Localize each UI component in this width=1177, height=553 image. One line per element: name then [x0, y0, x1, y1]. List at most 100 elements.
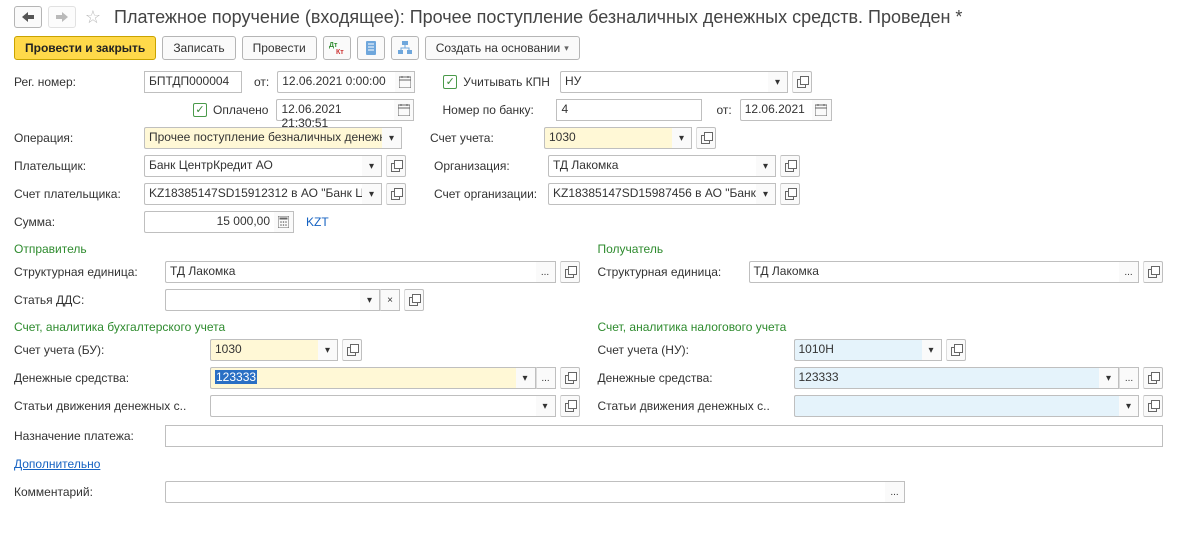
cash-nu-open[interactable] [1143, 367, 1163, 389]
structure-button[interactable] [391, 36, 419, 60]
reg-number-label: Рег. номер: [14, 75, 138, 89]
account-open[interactable] [696, 127, 716, 149]
from-label-2: от: [716, 103, 731, 117]
structure-icon [398, 41, 412, 55]
cash-bu-field[interactable]: 123333 [215, 370, 257, 384]
recipient-unit-open[interactable] [1143, 261, 1163, 283]
account-bu-open[interactable] [342, 339, 362, 361]
cash-nu-select[interactable]: ... [1119, 367, 1139, 389]
kpn-type-field[interactable]: НУ [560, 71, 768, 93]
comment-field[interactable] [165, 481, 885, 503]
star-icon[interactable]: ☆ [82, 7, 104, 28]
open-icon [951, 345, 961, 355]
payer-account-dropdown[interactable]: ▾ [362, 183, 382, 205]
dtkt-button[interactable]: ДтКт [323, 36, 351, 60]
post-button[interactable]: Провести [242, 36, 317, 60]
cash-bu-select[interactable]: ... [536, 367, 556, 389]
cashflow-nu-dropdown[interactable]: ▾ [1119, 395, 1139, 417]
kpn-open[interactable] [792, 71, 812, 93]
recipient-unit-field[interactable]: ТД Лакомка [749, 261, 1120, 283]
paid-date-field[interactable]: 12.06.2021 21:30:51 [276, 99, 394, 121]
create-based-button[interactable]: Создать на основании ▾ [425, 36, 580, 60]
open-icon [1148, 373, 1158, 383]
save-button[interactable]: Записать [162, 36, 235, 60]
calendar-icon [398, 104, 410, 116]
sender-unit-field[interactable]: ТД Лакомка [165, 261, 536, 283]
create-based-label: Создать на основании [436, 41, 561, 55]
cashflow-bu-field[interactable] [210, 395, 536, 417]
operation-field[interactable]: Прочее поступление безналичных денежны [144, 127, 382, 149]
cashflow-nu-open[interactable] [1143, 395, 1163, 417]
org-account-dropdown[interactable]: ▾ [756, 183, 776, 205]
open-icon [1148, 401, 1158, 411]
calendar-button-3[interactable] [812, 99, 832, 121]
kpn-checkbox[interactable]: ✓ [443, 75, 457, 89]
calendar-button-2[interactable] [394, 99, 414, 121]
cash-bu-label: Денежные средства: [14, 371, 204, 385]
comment-select[interactable]: ... [885, 481, 905, 503]
svg-text:Кт: Кт [336, 49, 344, 55]
additional-link[interactable]: Дополнительно [14, 457, 100, 471]
recipient-unit-select[interactable]: ... [1119, 261, 1139, 283]
cash-bu-open[interactable] [560, 367, 580, 389]
dds-field[interactable] [165, 289, 360, 311]
nu-section-title: Счет, аналитика налогового учета [598, 314, 1164, 336]
operation-dropdown[interactable]: ▾ [382, 127, 402, 149]
org-field[interactable]: ТД Лакомка [548, 155, 756, 177]
account-dropdown[interactable]: ▾ [672, 127, 692, 149]
payer-field[interactable]: Банк ЦентрКредит АО [144, 155, 362, 177]
account-nu-field[interactable]: 1010Н [794, 339, 922, 361]
reg-number-field[interactable]: БПТДП000004 [144, 71, 242, 93]
amount-field[interactable]: 15 000,00 [144, 211, 274, 233]
account-bu-dropdown[interactable]: ▾ [318, 339, 338, 361]
operation-label: Операция: [14, 131, 138, 145]
payer-open[interactable] [386, 155, 406, 177]
org-account-field[interactable]: KZ18385147SD15987456 в АО "Банк Ц [548, 183, 756, 205]
cash-nu-field[interactable]: 123333 [794, 367, 1100, 389]
cashflow-nu-label: Статьи движения денежных с.. [598, 399, 788, 413]
sender-unit-select[interactable]: ... [536, 261, 556, 283]
date-field[interactable]: 12.06.2021 0:00:00 [277, 71, 395, 93]
payer-account-open[interactable] [386, 183, 406, 205]
cashflow-bu-open[interactable] [560, 395, 580, 417]
calc-button[interactable] [274, 211, 294, 233]
org-account-open[interactable] [780, 183, 800, 205]
account-bu-field[interactable]: 1030 [210, 339, 318, 361]
back-button[interactable] [14, 6, 42, 28]
open-icon [565, 267, 575, 277]
currency-label[interactable]: KZT [306, 215, 329, 229]
bank-number-label: Номер по банку: [442, 103, 550, 117]
account-field-main[interactable]: 1030 [544, 127, 672, 149]
cash-nu-dropdown[interactable]: ▾ [1099, 367, 1119, 389]
open-icon [785, 161, 795, 171]
kpn-dropdown[interactable]: ▾ [768, 71, 788, 93]
org-label: Организация: [434, 159, 542, 173]
org-dropdown[interactable]: ▾ [756, 155, 776, 177]
dds-dropdown[interactable]: ▾ [360, 289, 380, 311]
bank-number-field[interactable]: 4 [556, 99, 702, 121]
calendar-button-1[interactable] [395, 71, 415, 93]
post-close-button[interactable]: Провести и закрыть [14, 36, 156, 60]
comment-label: Комментарий: [14, 485, 159, 499]
recipient-section-title: Получатель [598, 236, 1164, 258]
open-icon [785, 189, 795, 199]
cashflow-bu-dropdown[interactable]: ▾ [536, 395, 556, 417]
payment-purpose-field[interactable] [165, 425, 1163, 447]
org-open[interactable] [780, 155, 800, 177]
bank-date-field[interactable]: 12.06.2021 [740, 99, 812, 121]
dropdown-icon: ▾ [564, 43, 569, 54]
dds-clear[interactable]: × [380, 289, 400, 311]
cash-bu-dropdown[interactable]: ▾ [516, 367, 536, 389]
report-button[interactable] [357, 36, 385, 60]
account-nu-open[interactable] [946, 339, 966, 361]
paid-checkbox[interactable]: ✓ [193, 103, 207, 117]
dds-open[interactable] [404, 289, 424, 311]
forward-button[interactable] [48, 6, 76, 28]
payer-account-field[interactable]: KZ18385147SD15912312 в АО "Банк Центр [144, 183, 362, 205]
calculator-icon [278, 216, 289, 228]
sender-unit-open[interactable] [560, 261, 580, 283]
payer-dropdown[interactable]: ▾ [362, 155, 382, 177]
account-nu-dropdown[interactable]: ▾ [922, 339, 942, 361]
cashflow-nu-field[interactable] [794, 395, 1120, 417]
sender-section-title: Отправитель [14, 236, 580, 258]
